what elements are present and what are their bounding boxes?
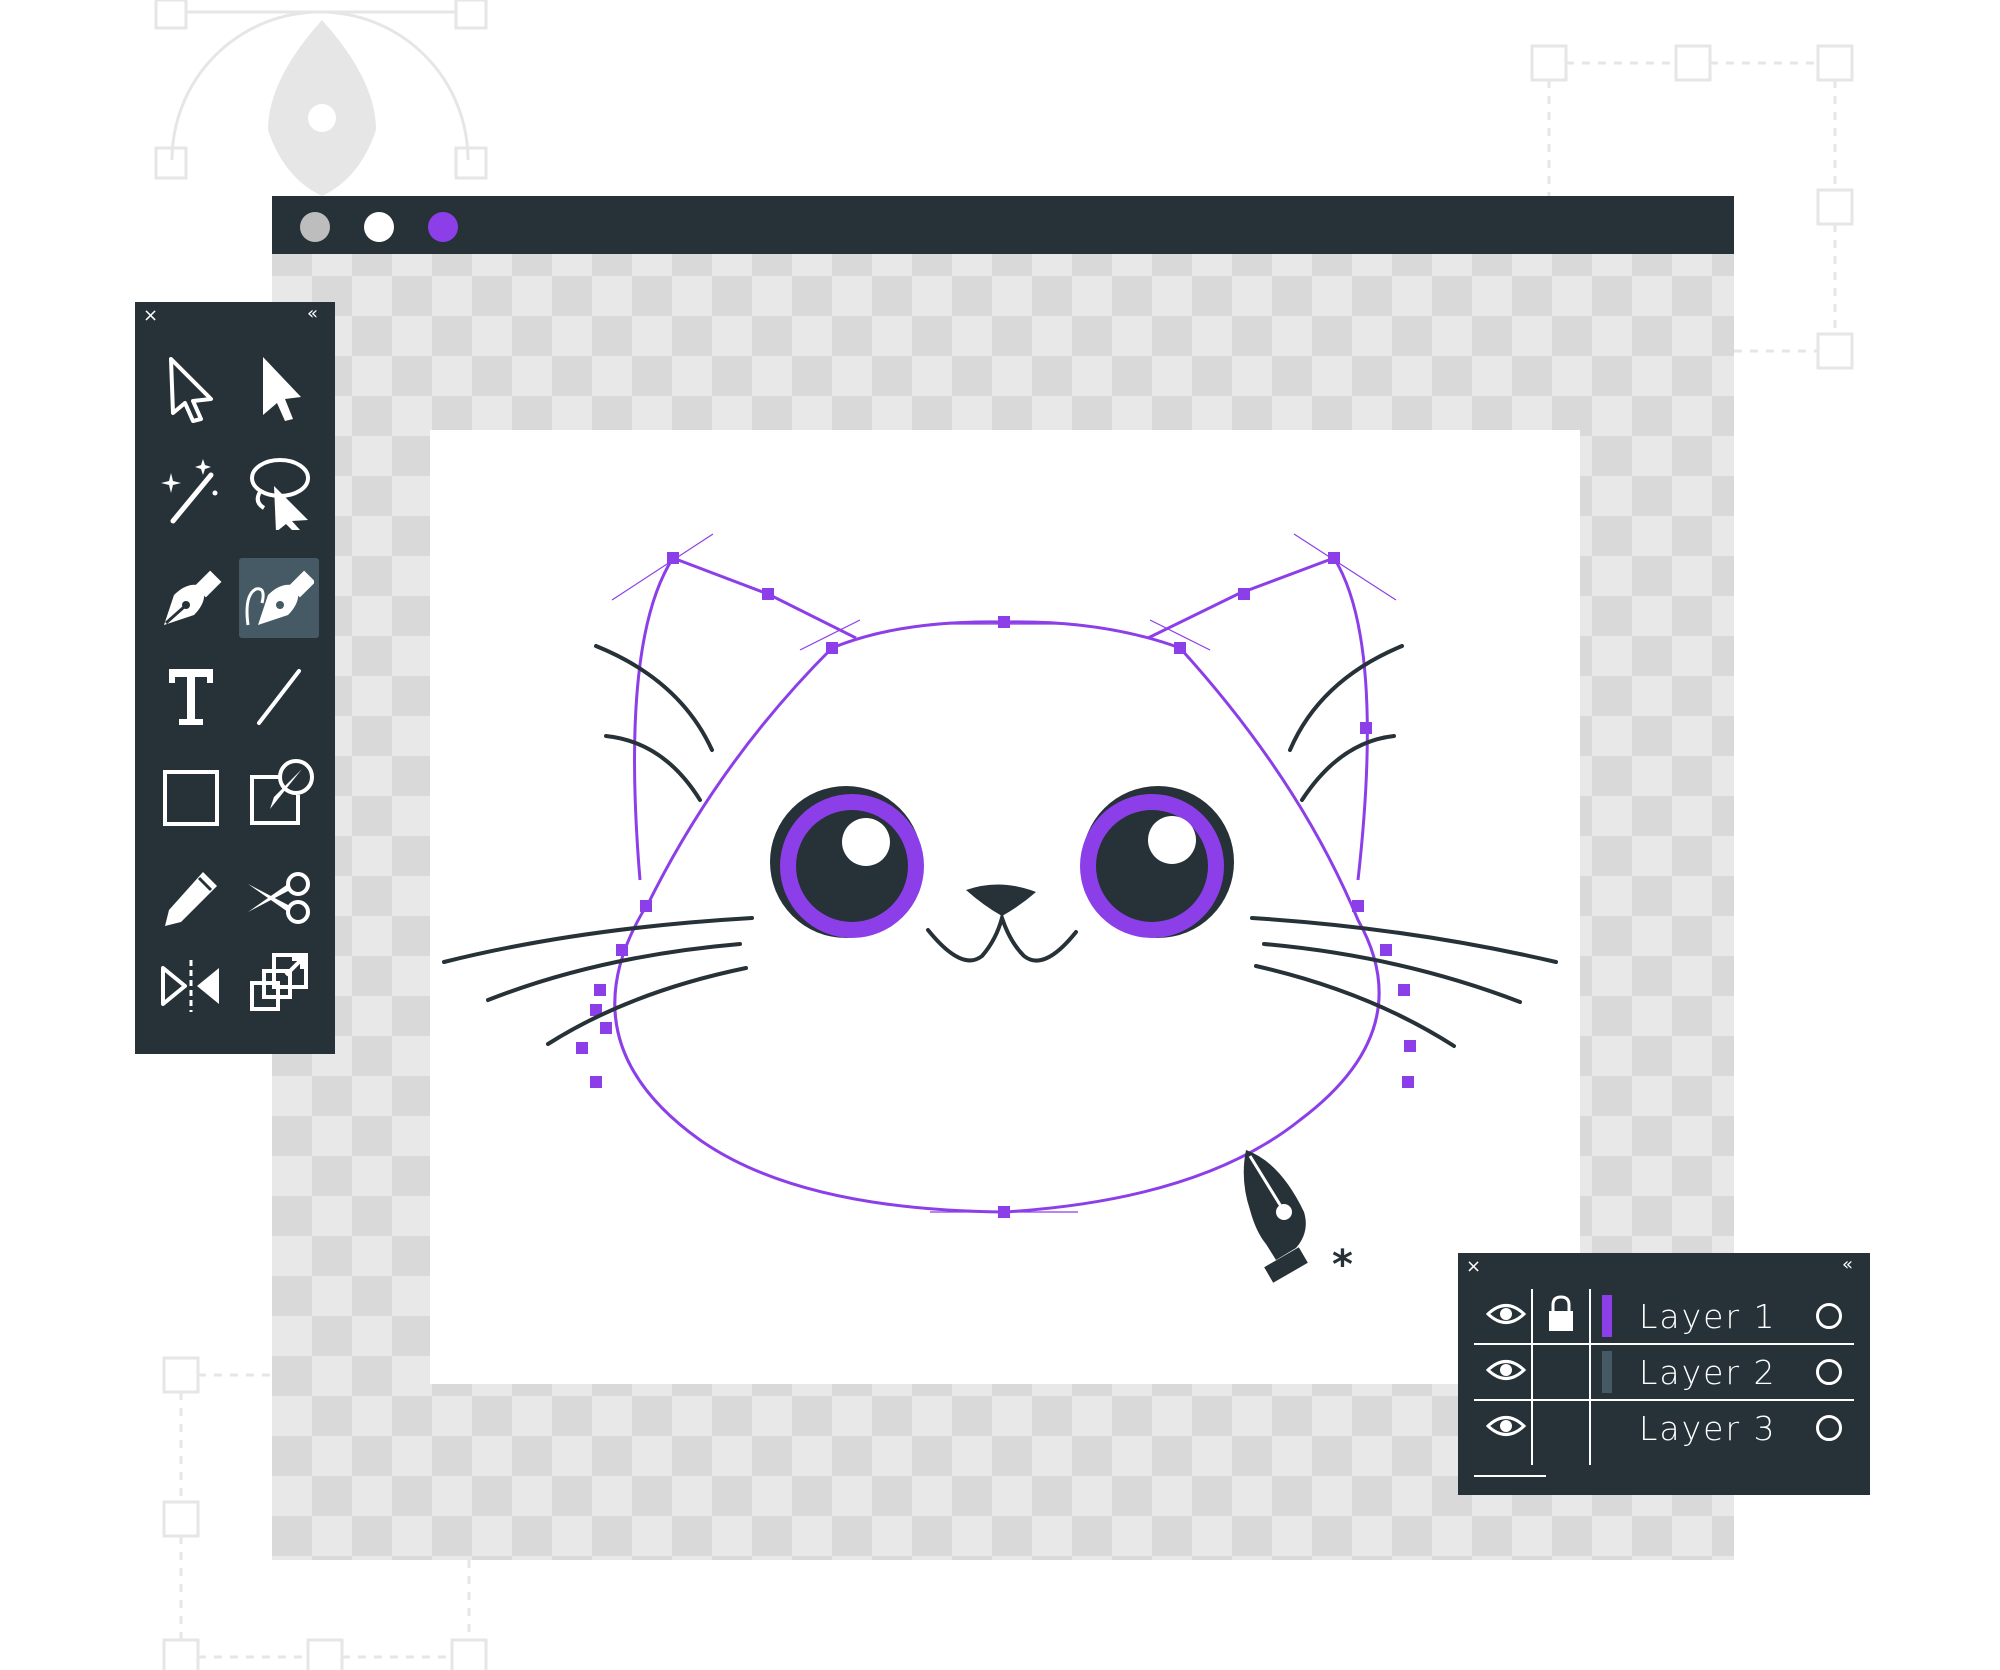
curvature-pen-tool[interactable]	[239, 558, 319, 638]
pencil-tool[interactable]	[151, 858, 231, 938]
svg-text:*: *	[1332, 1242, 1353, 1288]
cat-illustration[interactable]	[430, 430, 1580, 1384]
rectangle-icon	[163, 770, 219, 826]
direct-selection-tool[interactable]	[239, 348, 319, 428]
type-icon	[169, 669, 213, 725]
cat-ears-path[interactable]	[633, 556, 1369, 881]
layer-target-icon[interactable]	[1816, 1415, 1842, 1441]
cat-left-eye	[770, 786, 924, 938]
layer-row-3[interactable]: Layer 3	[1474, 1399, 1854, 1455]
reflect-tool[interactable]	[151, 946, 231, 1026]
eye-icon[interactable]	[1486, 1413, 1526, 1439]
pen-cursor-icon: *	[1243, 1150, 1353, 1288]
panel-footer-line	[1474, 1475, 1546, 1477]
magic-wand-icon	[161, 459, 218, 524]
layer-color-swatch	[1602, 1351, 1612, 1393]
layer-target-icon[interactable]	[1816, 1359, 1842, 1385]
selection-tool[interactable]	[151, 348, 231, 428]
cat-nose	[966, 884, 1036, 916]
paint-brush-square-icon	[250, 759, 314, 825]
tools-panel-close-icon[interactable]: ×	[143, 306, 158, 326]
pen-nib-icon	[164, 570, 222, 625]
eye-icon[interactable]	[1486, 1301, 1526, 1327]
layer-color-swatch	[1602, 1295, 1612, 1337]
line-tool[interactable]	[239, 656, 319, 736]
cat-right-eye	[1080, 786, 1234, 938]
scissors-icon	[248, 872, 310, 924]
layer-name[interactable]: Layer 1	[1639, 1297, 1777, 1336]
layer-target-icon[interactable]	[1816, 1303, 1842, 1329]
line-icon	[257, 669, 301, 725]
scissors-tool[interactable]	[239, 858, 319, 938]
tools-panel: × «	[135, 302, 335, 1054]
eye-icon[interactable]	[1486, 1357, 1526, 1383]
pen-tool[interactable]	[151, 558, 231, 638]
pencil-icon	[165, 872, 217, 926]
curvature-pen-icon	[245, 570, 314, 626]
cat-mouth	[926, 911, 1078, 963]
layer-row-1[interactable]: Layer 1	[1474, 1287, 1854, 1343]
window-title-bar	[272, 196, 1734, 254]
type-tool[interactable]	[151, 656, 231, 736]
layers-panel-close-icon[interactable]: ×	[1466, 1257, 1481, 1277]
reflect-icon	[161, 960, 219, 1012]
layers-panel: × « Layer 1 Layer 2 Layer 3	[1458, 1253, 1870, 1495]
layer-row-2[interactable]: Layer 2	[1474, 1343, 1854, 1399]
window-minimize-button[interactable]	[364, 212, 394, 242]
lock-icon[interactable]	[1546, 1295, 1576, 1333]
lasso-tool[interactable]	[239, 452, 319, 532]
bezier-handles	[611, 533, 1397, 1213]
layer-name[interactable]: Layer 2	[1639, 1353, 1777, 1392]
arrow-outline-icon	[169, 357, 213, 423]
layers-panel-collapse-icon[interactable]: «	[1842, 1255, 1853, 1275]
window-maximize-button[interactable]	[428, 212, 458, 242]
magic-wand-tool[interactable]	[151, 452, 231, 532]
arrow-filled-icon	[263, 357, 301, 421]
scale-icon	[250, 953, 308, 1011]
shape-builder-tool[interactable]	[239, 754, 319, 834]
artboard[interactable]	[430, 430, 1580, 1384]
scale-tool[interactable]	[239, 942, 319, 1022]
layer-name[interactable]: Layer 3	[1639, 1409, 1777, 1448]
tools-panel-collapse-icon[interactable]: «	[307, 304, 318, 324]
window-close-button[interactable]	[300, 212, 330, 242]
lasso-icon	[250, 458, 310, 530]
rectangle-tool[interactable]	[151, 758, 231, 838]
